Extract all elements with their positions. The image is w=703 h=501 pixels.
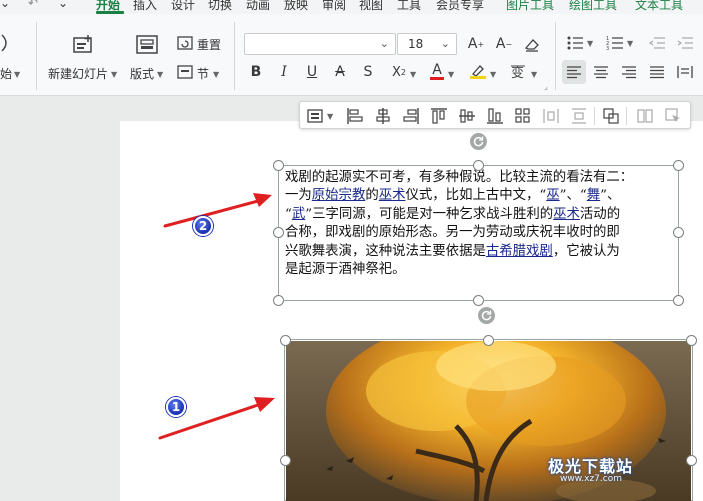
step-badge-2: 2 <box>193 216 213 236</box>
watermark-url: www.xz7.com <box>560 474 622 484</box>
annotation-arrows <box>158 193 275 440</box>
arrow-to-textbox <box>163 193 272 228</box>
step-badge-1: 1 <box>166 397 186 417</box>
